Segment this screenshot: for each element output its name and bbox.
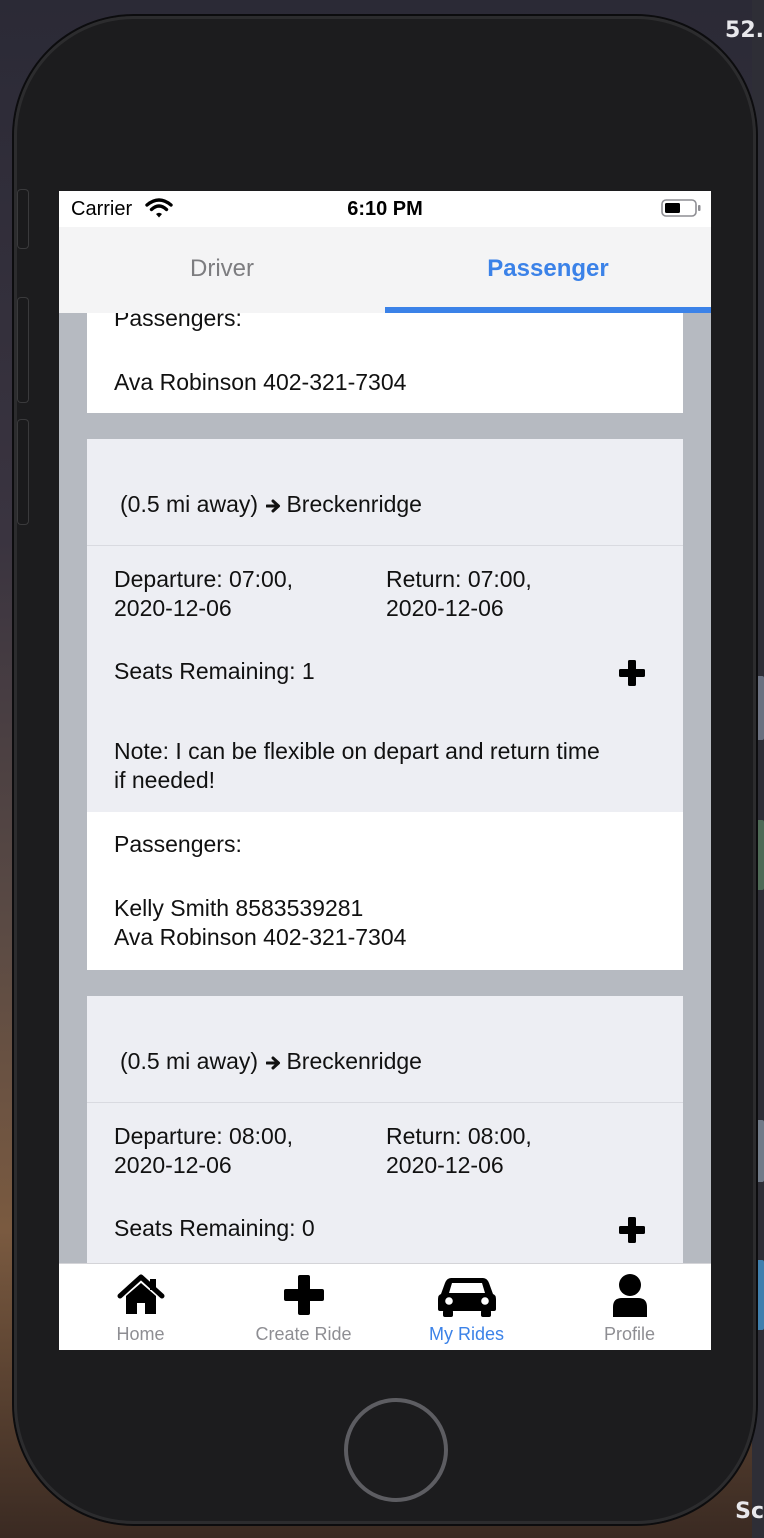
volume-down-button <box>18 420 28 524</box>
return-time: Return: 07:00, <box>386 566 532 592</box>
desktop-thumbnail <box>756 1120 764 1182</box>
passengers-label: Passengers: <box>114 313 242 331</box>
return-time: Return: 08:00, <box>386 1123 532 1149</box>
ride-note-line1: Note: I can be flexible on depart and re… <box>114 738 600 764</box>
car-icon <box>437 1278 496 1317</box>
join-ride-plus-icon[interactable] <box>617 658 647 688</box>
join-ride-plus-icon[interactable] <box>617 1215 647 1245</box>
bottom-tab-bar: Home Create Ride My Rides Profile <box>59 1263 711 1350</box>
tab-profile-label: Profile <box>603 1324 656 1344</box>
seats-remaining: Seats Remaining: 1 <box>114 658 315 684</box>
battery-icon <box>661 199 701 217</box>
departure-time: Departure: 07:00, <box>114 566 294 592</box>
passenger-entry: Ava Robinson 402-321-7304 <box>114 369 407 395</box>
seats-remaining: Seats Remaining: 0 <box>114 1215 315 1241</box>
return-date: 2020-12-06 <box>386 595 504 621</box>
driver-passenger-segmented-control: Driver Passenger <box>59 227 711 313</box>
ride-distance: (0.5 mi away) <box>120 491 259 517</box>
volume-up-button <box>18 298 28 402</box>
plus-icon <box>283 1275 324 1315</box>
ride-card-passengers-section: Passengers: Kelly Smith 8583539281 Ava R… <box>87 812 683 970</box>
home-icon <box>117 1274 164 1314</box>
ride-note-line2: if needed! <box>114 767 216 793</box>
desktop-thumbnail <box>756 1260 764 1330</box>
arrow-right-icon <box>266 499 281 513</box>
app-screen: Carrier 6:10 PM Driver Passenger Passeng… <box>59 191 711 1350</box>
ride-distance: (0.5 mi away) <box>120 1048 259 1074</box>
ride-route: (0.5 mi away) Breckenridge <box>120 489 422 519</box>
mute-switch <box>18 190 28 248</box>
desktop-thumbnail <box>756 676 764 740</box>
ride-card: (0.5 mi away) Breckenridge Departure: 07… <box>87 439 683 812</box>
desktop-thumbnail <box>756 820 764 890</box>
desktop-label-fragment: Sc <box>735 1499 764 1524</box>
divider <box>87 545 683 546</box>
tab-create-ride-label: Create Ride <box>255 1324 352 1344</box>
ride-destination: Breckenridge <box>286 491 422 517</box>
tab-create-ride[interactable]: Create Ride <box>222 1264 385 1350</box>
arrow-right-icon <box>266 1056 281 1070</box>
departure-date: 2020-12-06 <box>114 595 232 621</box>
ride-route: (0.5 mi away) Breckenridge <box>120 1046 422 1076</box>
ride-card: (0.5 mi away) Breckenridge Departure: 08… <box>87 996 683 1263</box>
desktop-clock-fragment: 52. <box>725 18 764 43</box>
tab-my-rides[interactable]: My Rides <box>385 1264 548 1350</box>
divider <box>87 1102 683 1103</box>
home-button[interactable] <box>344 1398 448 1502</box>
passengers-label: Passengers: <box>114 831 242 857</box>
passenger-entry: Kelly Smith 8583539281 <box>114 895 364 921</box>
status-time: 6:10 PM <box>347 198 423 220</box>
tab-home-label: Home <box>116 1324 165 1344</box>
tab-driver[interactable]: Driver <box>59 227 385 313</box>
passenger-entry: Ava Robinson 402-321-7304 <box>114 924 407 950</box>
departure-date: 2020-12-06 <box>114 1152 232 1178</box>
ride-destination: Breckenridge <box>286 1048 422 1074</box>
rides-list[interactable]: Passengers: Ava Robinson 402-321-7304 (0… <box>59 313 711 1263</box>
return-date: 2020-12-06 <box>386 1152 504 1178</box>
ride-card-passengers-section: Passengers: Ava Robinson 402-321-7304 <box>87 313 683 413</box>
tab-passenger[interactable]: Passenger <box>385 227 711 313</box>
departure-time: Departure: 08:00, <box>114 1123 294 1149</box>
user-icon <box>612 1274 647 1317</box>
tab-home[interactable]: Home <box>59 1264 222 1350</box>
tab-my-rides-label: My Rides <box>428 1324 504 1344</box>
tab-profile[interactable]: Profile <box>548 1264 711 1350</box>
status-bar: Carrier 6:10 PM <box>59 191 711 227</box>
